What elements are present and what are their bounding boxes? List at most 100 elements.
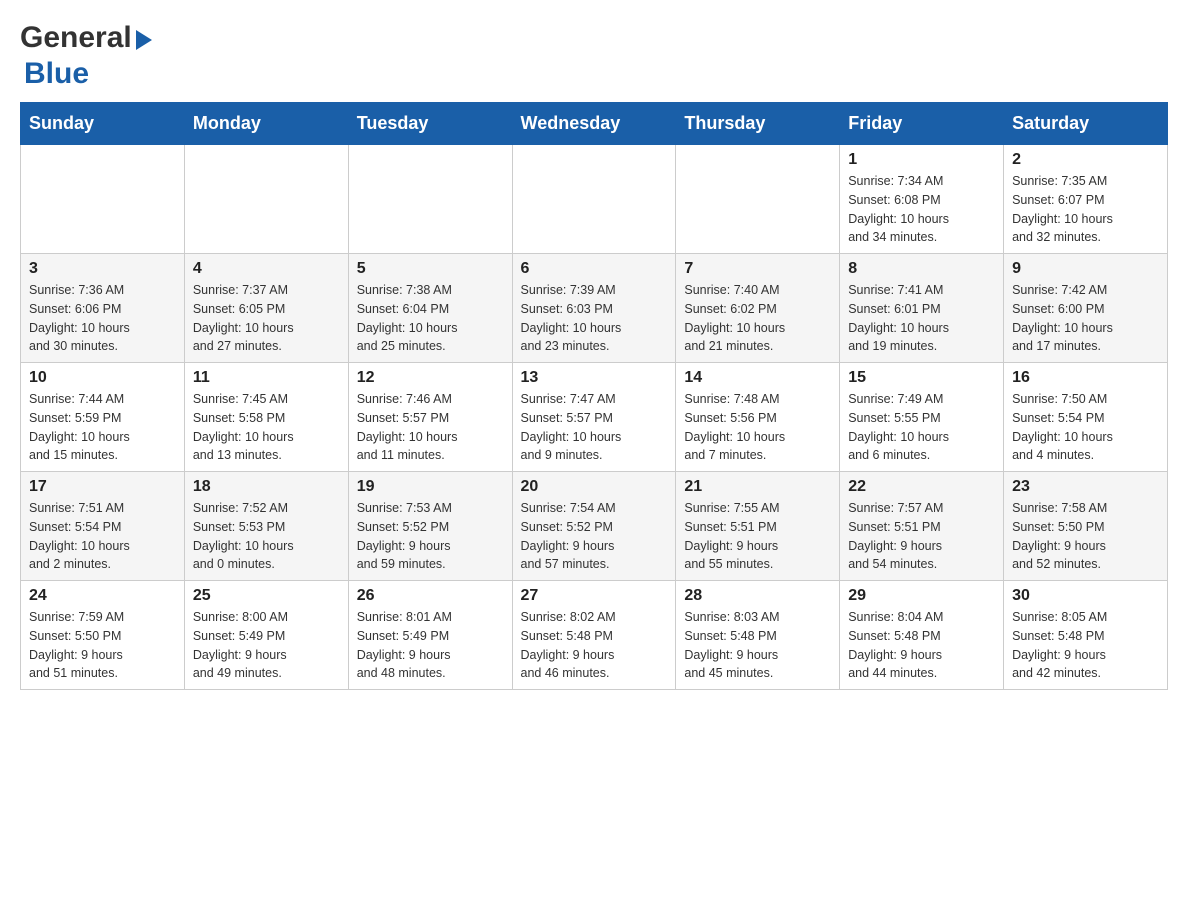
day-number: 28	[684, 587, 831, 605]
day-number: 26	[357, 587, 504, 605]
calendar-cell	[21, 145, 185, 254]
day-number: 20	[521, 478, 668, 496]
day-number: 12	[357, 369, 504, 387]
day-info: Sunrise: 7:58 AM Sunset: 5:50 PM Dayligh…	[1012, 499, 1159, 574]
day-info: Sunrise: 8:03 AM Sunset: 5:48 PM Dayligh…	[684, 608, 831, 683]
calendar-week-row: 1 Sunrise: 7:34 AM Sunset: 6:08 PM Daylig…	[21, 145, 1168, 254]
day-info: Sunrise: 7:53 AM Sunset: 5:52 PM Dayligh…	[357, 499, 504, 574]
day-info: Sunrise: 7:54 AM Sunset: 5:52 PM Dayligh…	[521, 499, 668, 574]
day-number: 5	[357, 260, 504, 278]
calendar-cell: 17 Sunrise: 7:51 AM Sunset: 5:54 PM Dayli…	[21, 472, 185, 581]
calendar-cell: 19 Sunrise: 7:53 AM Sunset: 5:52 PM Dayli…	[348, 472, 512, 581]
logo-triangle-icon	[136, 30, 152, 50]
calendar-cell: 13Sunrise: 7:47 AM Sunset: 5:57 PM Dayli…	[512, 363, 676, 472]
calendar-cell: 9 Sunrise: 7:42 AM Sunset: 6:00 PM Daylig…	[1004, 254, 1168, 363]
day-info: Sunrise: 7:45 AM Sunset: 5:58 PM Dayligh…	[193, 390, 340, 465]
day-number: 16	[1012, 369, 1159, 387]
calendar-cell: 16 Sunrise: 7:50 AM Sunset: 5:54 PM Dayli…	[1004, 363, 1168, 472]
day-number: 2	[1012, 151, 1159, 169]
day-info: Sunrise: 7:39 AM Sunset: 6:03 PM Dayligh…	[521, 281, 668, 356]
calendar-cell: 5 Sunrise: 7:38 AM Sunset: 6:04 PM Daylig…	[348, 254, 512, 363]
calendar-cell: 22 Sunrise: 7:57 AM Sunset: 5:51 PM Dayli…	[840, 472, 1004, 581]
calendar-header-saturday: Saturday	[1004, 103, 1168, 145]
day-info: Sunrise: 7:44 AM Sunset: 5:59 PM Dayligh…	[29, 390, 176, 465]
day-number: 30	[1012, 587, 1159, 605]
logo-general-text: General	[20, 20, 132, 56]
logo-blue-text: Blue	[24, 57, 89, 90]
calendar-cell: 4Sunrise: 7:37 AM Sunset: 6:05 PM Daylig…	[184, 254, 348, 363]
day-number: 15	[848, 369, 995, 387]
calendar-header-row: SundayMondayTuesdayWednesdayThursdayFrid…	[21, 103, 1168, 145]
day-info: Sunrise: 7:34 AM Sunset: 6:08 PM Dayligh…	[848, 172, 995, 247]
calendar-cell: 25 Sunrise: 8:00 AM Sunset: 5:49 PM Dayli…	[184, 581, 348, 690]
day-info: Sunrise: 7:41 AM Sunset: 6:01 PM Dayligh…	[848, 281, 995, 356]
day-info: Sunrise: 8:04 AM Sunset: 5:48 PM Dayligh…	[848, 608, 995, 683]
day-number: 11	[193, 369, 340, 387]
day-info: Sunrise: 7:37 AM Sunset: 6:05 PM Dayligh…	[193, 281, 340, 356]
day-number: 1	[848, 151, 995, 169]
calendar-cell	[512, 145, 676, 254]
day-info: Sunrise: 7:36 AM Sunset: 6:06 PM Dayligh…	[29, 281, 176, 356]
calendar-week-row: 3 Sunrise: 7:36 AM Sunset: 6:06 PM Daylig…	[21, 254, 1168, 363]
day-info: Sunrise: 7:57 AM Sunset: 5:51 PM Dayligh…	[848, 499, 995, 574]
calendar-week-row: 10 Sunrise: 7:44 AM Sunset: 5:59 PM Dayli…	[21, 363, 1168, 472]
day-number: 21	[684, 478, 831, 496]
day-info: Sunrise: 7:46 AM Sunset: 5:57 PM Dayligh…	[357, 390, 504, 465]
day-info: Sunrise: 7:42 AM Sunset: 6:00 PM Dayligh…	[1012, 281, 1159, 356]
calendar-cell: 20 Sunrise: 7:54 AM Sunset: 5:52 PM Dayli…	[512, 472, 676, 581]
calendar-cell: 29 Sunrise: 8:04 AM Sunset: 5:48 PM Dayli…	[840, 581, 1004, 690]
day-number: 29	[848, 587, 995, 605]
calendar-cell: 27 Sunrise: 8:02 AM Sunset: 5:48 PM Dayli…	[512, 581, 676, 690]
calendar-cell: 14Sunrise: 7:48 AM Sunset: 5:56 PM Dayli…	[676, 363, 840, 472]
day-number: 18	[193, 478, 340, 496]
logo: General Blue	[20, 20, 152, 92]
day-number: 19	[357, 478, 504, 496]
day-number: 23	[1012, 478, 1159, 496]
calendar-cell: 7 Sunrise: 7:40 AM Sunset: 6:02 PM Daylig…	[676, 254, 840, 363]
calendar-header-monday: Monday	[184, 103, 348, 145]
day-number: 3	[29, 260, 176, 278]
calendar-cell	[348, 145, 512, 254]
day-info: Sunrise: 7:40 AM Sunset: 6:02 PM Dayligh…	[684, 281, 831, 356]
day-info: Sunrise: 7:38 AM Sunset: 6:04 PM Dayligh…	[357, 281, 504, 356]
day-number: 25	[193, 587, 340, 605]
day-info: Sunrise: 7:48 AM Sunset: 5:56 PM Dayligh…	[684, 390, 831, 465]
day-number: 9	[1012, 260, 1159, 278]
calendar-header-friday: Friday	[840, 103, 1004, 145]
calendar-cell: 21 Sunrise: 7:55 AM Sunset: 5:51 PM Dayli…	[676, 472, 840, 581]
calendar-week-row: 17 Sunrise: 7:51 AM Sunset: 5:54 PM Dayli…	[21, 472, 1168, 581]
day-info: Sunrise: 7:35 AM Sunset: 6:07 PM Dayligh…	[1012, 172, 1159, 247]
day-info: Sunrise: 8:05 AM Sunset: 5:48 PM Dayligh…	[1012, 608, 1159, 683]
calendar-cell: 15 Sunrise: 7:49 AM Sunset: 5:55 PM Dayli…	[840, 363, 1004, 472]
calendar-header-thursday: Thursday	[676, 103, 840, 145]
calendar-cell: 23 Sunrise: 7:58 AM Sunset: 5:50 PM Dayli…	[1004, 472, 1168, 581]
day-number: 10	[29, 369, 176, 387]
day-number: 27	[521, 587, 668, 605]
calendar-cell: 8 Sunrise: 7:41 AM Sunset: 6:01 PM Daylig…	[840, 254, 1004, 363]
day-number: 13	[521, 369, 668, 387]
calendar-cell: 10 Sunrise: 7:44 AM Sunset: 5:59 PM Dayli…	[21, 363, 185, 472]
calendar-week-row: 24 Sunrise: 7:59 AM Sunset: 5:50 PM Dayli…	[21, 581, 1168, 690]
day-info: Sunrise: 8:00 AM Sunset: 5:49 PM Dayligh…	[193, 608, 340, 683]
day-number: 7	[684, 260, 831, 278]
day-number: 8	[848, 260, 995, 278]
page-header: General Blue	[20, 20, 1168, 92]
day-number: 6	[521, 260, 668, 278]
day-info: Sunrise: 7:51 AM Sunset: 5:54 PM Dayligh…	[29, 499, 176, 574]
day-number: 22	[848, 478, 995, 496]
day-number: 17	[29, 478, 176, 496]
calendar-cell: 26 Sunrise: 8:01 AM Sunset: 5:49 PM Dayli…	[348, 581, 512, 690]
calendar-cell: 30 Sunrise: 8:05 AM Sunset: 5:48 PM Dayli…	[1004, 581, 1168, 690]
day-info: Sunrise: 7:50 AM Sunset: 5:54 PM Dayligh…	[1012, 390, 1159, 465]
calendar-cell: 6 Sunrise: 7:39 AM Sunset: 6:03 PM Daylig…	[512, 254, 676, 363]
calendar-table: SundayMondayTuesdayWednesdayThursdayFrid…	[20, 102, 1168, 690]
day-info: Sunrise: 8:01 AM Sunset: 5:49 PM Dayligh…	[357, 608, 504, 683]
calendar-cell	[184, 145, 348, 254]
day-info: Sunrise: 7:55 AM Sunset: 5:51 PM Dayligh…	[684, 499, 831, 574]
calendar-cell: 28 Sunrise: 8:03 AM Sunset: 5:48 PM Dayli…	[676, 581, 840, 690]
day-info: Sunrise: 8:02 AM Sunset: 5:48 PM Dayligh…	[521, 608, 668, 683]
day-info: Sunrise: 7:59 AM Sunset: 5:50 PM Dayligh…	[29, 608, 176, 683]
calendar-cell: 24 Sunrise: 7:59 AM Sunset: 5:50 PM Dayli…	[21, 581, 185, 690]
day-info: Sunrise: 7:49 AM Sunset: 5:55 PM Dayligh…	[848, 390, 995, 465]
day-number: 24	[29, 587, 176, 605]
